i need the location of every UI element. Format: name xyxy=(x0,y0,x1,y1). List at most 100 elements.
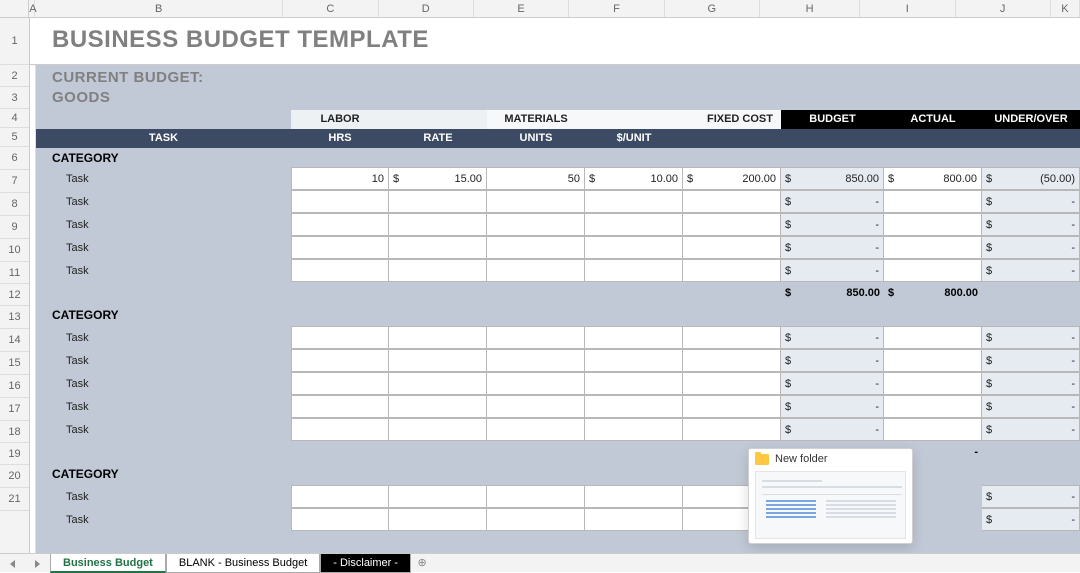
task-label[interactable]: Task xyxy=(36,372,291,395)
cell-underover[interactable]: $- xyxy=(982,190,1080,213)
cell-underover[interactable]: $- xyxy=(982,326,1080,349)
cell-fixed[interactable]: $200.00 xyxy=(683,167,781,190)
row-header[interactable]: 10 xyxy=(0,239,29,262)
col-header-G[interactable]: G xyxy=(665,0,760,17)
tab-nav-next-icon[interactable] xyxy=(35,560,40,568)
tab-disclaimer[interactable]: - Disclaimer - xyxy=(320,554,411,573)
cell-actual[interactable]: $800.00 xyxy=(884,167,982,190)
cell-budget[interactable]: $- xyxy=(781,372,884,395)
row-header[interactable]: 17 xyxy=(0,398,29,421)
sub-header-row: TASK HRS RATE UNITS $/UNIT xyxy=(36,129,1080,148)
subheader-units: UNITS xyxy=(487,129,585,148)
cell-underover[interactable]: $- xyxy=(982,213,1080,236)
cell-budget[interactable]: $850.00 xyxy=(781,167,884,190)
col-header-J[interactable]: J xyxy=(956,0,1051,17)
task-label[interactable]: Task xyxy=(36,349,291,372)
add-sheet-button[interactable]: ⊕ xyxy=(411,554,433,573)
table-row: Task $- $- xyxy=(36,326,1080,349)
col-header-E[interactable]: E xyxy=(474,0,569,17)
row-header[interactable]: 13 xyxy=(0,306,29,329)
task-label[interactable]: Task xyxy=(36,236,291,259)
cell-underover[interactable]: $- xyxy=(982,372,1080,395)
row-header[interactable]: 15 xyxy=(0,352,29,375)
row-header[interactable]: 14 xyxy=(0,329,29,352)
cell-budget[interactable]: $- xyxy=(781,190,884,213)
col-header-I[interactable]: I xyxy=(860,0,955,17)
tab-blank-business-budget[interactable]: BLANK - Business Budget xyxy=(166,554,320,573)
row-header[interactable]: 1 xyxy=(0,18,29,65)
popup-header: New folder xyxy=(749,449,912,469)
col-header-H[interactable]: H xyxy=(760,0,860,17)
row-header[interactable]: 8 xyxy=(0,193,29,216)
tab-nav-prev-icon[interactable] xyxy=(10,560,15,568)
task-label[interactable]: Task xyxy=(36,167,291,190)
col-header-B[interactable]: B xyxy=(35,0,283,17)
row-header[interactable]: 2 xyxy=(0,65,29,87)
row-header[interactable]: 20 xyxy=(0,465,29,488)
row-header[interactable]: 21 xyxy=(0,488,29,511)
cell-underover[interactable]: $- xyxy=(982,508,1080,531)
header-actual: ACTUAL xyxy=(884,110,982,129)
col-header-F[interactable]: F xyxy=(569,0,664,17)
table-row: Task $- xyxy=(36,508,1080,531)
task-label[interactable]: Task xyxy=(36,508,291,531)
row-header[interactable]: 6 xyxy=(0,147,29,170)
row-header[interactable]: 16 xyxy=(0,375,29,398)
tab-business-budget[interactable]: Business Budget xyxy=(50,554,166,573)
cell-budget[interactable]: $- xyxy=(781,418,884,441)
row-header[interactable]: 19 xyxy=(0,443,29,465)
row-header[interactable]: 12 xyxy=(0,284,29,306)
cell-rate[interactable]: $15.00 xyxy=(389,167,487,190)
table-row: Task $- xyxy=(36,485,1080,508)
row-header[interactable]: 7 xyxy=(0,170,29,193)
task-label[interactable]: Task xyxy=(36,259,291,282)
subheader-task: TASK xyxy=(36,129,291,148)
task-label[interactable]: Task xyxy=(36,213,291,236)
cell-underover[interactable]: $- xyxy=(982,349,1080,372)
cell-budget[interactable]: $- xyxy=(781,349,884,372)
sheet-tab-strip: Business Budget BLANK - Business Budget … xyxy=(0,553,1080,572)
table-row: Task $- $- xyxy=(36,259,1080,282)
task-label[interactable]: Task xyxy=(36,485,291,508)
col-header-D[interactable]: D xyxy=(379,0,474,17)
cell-underover[interactable]: $(50.00) xyxy=(982,167,1080,190)
row-header[interactable]: 11 xyxy=(0,262,29,284)
cell-underover[interactable]: $- xyxy=(982,418,1080,441)
cell-budget[interactable]: $- xyxy=(781,236,884,259)
table-row: Task $- $- xyxy=(36,190,1080,213)
cell-underover[interactable]: $- xyxy=(982,485,1080,508)
header-underover: UNDER/OVER xyxy=(982,110,1080,129)
row-header[interactable]: 5 xyxy=(0,128,29,147)
task-label[interactable]: Task xyxy=(36,395,291,418)
col-header-C[interactable]: C xyxy=(283,0,378,17)
header-budget: BUDGET xyxy=(781,110,884,129)
cell-budget[interactable]: $- xyxy=(781,213,884,236)
header-labor: LABOR xyxy=(291,110,389,129)
row-header[interactable]: 9 xyxy=(0,216,29,239)
table-row: Task $- $- xyxy=(36,395,1080,418)
cell-underover[interactable]: $- xyxy=(982,259,1080,282)
cell-budget[interactable]: $- xyxy=(781,395,884,418)
cell-units[interactable]: 50 xyxy=(487,167,585,190)
cell-budget[interactable]: $- xyxy=(781,259,884,282)
popup-thumbnail[interactable] xyxy=(755,471,906,539)
row-header[interactable]: 18 xyxy=(0,421,29,443)
cell-per-unit[interactable]: $10.00 xyxy=(585,167,683,190)
cell-underover[interactable]: $- xyxy=(982,236,1080,259)
cell-hrs[interactable]: 10 xyxy=(291,167,389,190)
taskbar-preview-popup[interactable]: New folder xyxy=(748,448,913,544)
row-header[interactable]: 3 xyxy=(0,87,29,109)
select-all-corner[interactable] xyxy=(0,0,29,17)
table-row: Task $- $- xyxy=(36,213,1080,236)
grid[interactable]: BUSINESS BUDGET TEMPLATE CURRENT BUDGET:… xyxy=(30,18,1080,553)
subtitle-goods: GOODS xyxy=(52,89,110,106)
task-label[interactable]: Task xyxy=(36,190,291,213)
row-header[interactable]: 4 xyxy=(0,109,29,128)
total-actual: $800.00 xyxy=(884,282,982,304)
subheader-per-unit: $/UNIT xyxy=(585,129,683,148)
task-label[interactable]: Task xyxy=(36,326,291,349)
col-header-K[interactable]: K xyxy=(1051,0,1080,17)
task-label[interactable]: Task xyxy=(36,418,291,441)
cell-budget[interactable]: $- xyxy=(781,326,884,349)
cell-underover[interactable]: $- xyxy=(982,395,1080,418)
